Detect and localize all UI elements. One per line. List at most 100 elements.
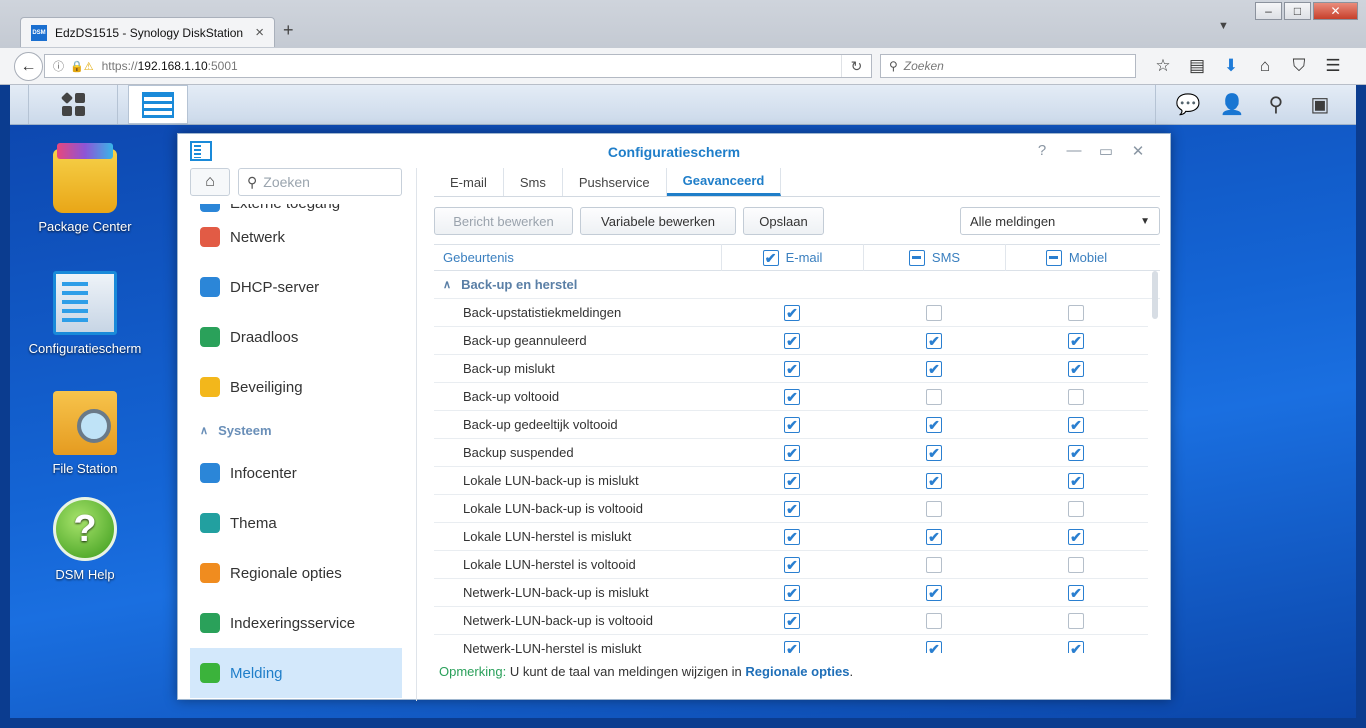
sms-checkbox[interactable] [926, 640, 942, 653]
select-all-sms-checkbox[interactable] [908, 249, 925, 266]
sidebar-item[interactable]: Infocenter [190, 448, 402, 498]
sms-checkbox[interactable] [926, 416, 942, 433]
save-button[interactable]: Opslaan [743, 207, 824, 235]
tab-email[interactable]: E-mail [434, 168, 504, 196]
control-panel-shortcut[interactable]: Configuratiescherm [10, 271, 160, 356]
info-icon[interactable]: ⓘ [53, 58, 64, 74]
sidebar-item[interactable]: Draadloos [190, 312, 402, 362]
reload-icon[interactable]: ↻ [841, 55, 871, 77]
reading-list-icon[interactable]: ▤ [1180, 54, 1214, 78]
column-header-event[interactable]: Gebeurtenis [434, 250, 721, 265]
sidebar-item[interactable]: DHCP-server [190, 262, 402, 312]
window-header[interactable]: Configuratiescherm ? — ▭ ✕ [178, 134, 1170, 168]
tab-close-icon[interactable]: × [255, 24, 264, 41]
sms-checkbox[interactable] [926, 388, 942, 405]
column-header-sms[interactable]: SMS [863, 244, 1005, 271]
new-tab-button[interactable]: + [283, 20, 294, 41]
email-checkbox[interactable] [784, 332, 800, 349]
sidebar-group-system[interactable]: ∧ Systeem [190, 412, 402, 448]
mobile-checkbox[interactable] [1068, 416, 1084, 433]
file-station-shortcut[interactable]: File Station [10, 387, 160, 476]
email-checkbox[interactable] [784, 388, 800, 405]
email-checkbox[interactable] [784, 416, 800, 433]
search-icon[interactable]: ⚲ [1254, 92, 1298, 117]
email-checkbox[interactable] [784, 612, 800, 629]
email-checkbox[interactable] [784, 360, 800, 377]
grid-group-row[interactable]: ∧ Back-up en herstel [434, 271, 1160, 299]
email-checkbox[interactable] [784, 556, 800, 573]
mobile-checkbox[interactable] [1068, 388, 1084, 405]
mobile-checkbox[interactable] [1068, 640, 1084, 653]
home-icon[interactable]: ⌂ [1248, 54, 1282, 78]
tab-list-icon[interactable]: ▼ [1218, 20, 1229, 32]
notifications-icon[interactable]: 💬 [1166, 92, 1210, 117]
mobile-checkbox[interactable] [1068, 612, 1084, 629]
mobile-checkbox[interactable] [1068, 360, 1084, 377]
email-checkbox[interactable] [784, 444, 800, 461]
edit-variables-button[interactable]: Variabele bewerken [580, 207, 736, 235]
mobile-checkbox[interactable] [1068, 556, 1084, 573]
mobile-checkbox[interactable] [1068, 472, 1084, 489]
sms-checkbox[interactable] [926, 584, 942, 601]
column-header-email[interactable]: E-mail [721, 244, 863, 271]
notification-filter-select[interactable]: Alle meldingen ▼ [960, 207, 1160, 235]
mobile-checkbox[interactable] [1068, 304, 1084, 321]
close-button[interactable]: ✕ [1122, 142, 1154, 160]
insecure-lock-icon[interactable]: 🔒⚠ [70, 60, 94, 73]
minimize-button[interactable]: ‒ [1255, 2, 1282, 20]
widgets-icon[interactable]: ▣ [1298, 92, 1342, 117]
sms-checkbox[interactable] [926, 332, 942, 349]
mobile-checkbox[interactable] [1068, 332, 1084, 349]
sms-checkbox[interactable] [926, 528, 942, 545]
sidebar-item[interactable]: Beveiliging [190, 362, 402, 412]
email-checkbox[interactable] [784, 584, 800, 601]
mobile-checkbox[interactable] [1068, 528, 1084, 545]
select-all-email-checkbox[interactable] [762, 249, 779, 266]
mobile-checkbox[interactable] [1068, 444, 1084, 461]
email-checkbox[interactable] [784, 528, 800, 545]
tab-pushservice[interactable]: Pushservice [563, 168, 667, 196]
main-menu-button[interactable] [28, 85, 118, 124]
regional-options-link[interactable]: Regionale opties [745, 664, 849, 679]
sidebar-item[interactable]: Thema [190, 498, 402, 548]
mobile-checkbox[interactable] [1068, 584, 1084, 601]
help-button[interactable]: ? [1026, 142, 1058, 160]
select-all-mobile-checkbox[interactable] [1045, 249, 1062, 266]
bookmark-star-icon[interactable]: ☆ [1146, 54, 1180, 78]
sidebar-item[interactable]: Regionale opties [190, 548, 402, 598]
taskbar-control-panel[interactable] [128, 85, 188, 124]
dsm-help-shortcut[interactable]: ? DSM Help [10, 497, 160, 582]
minimize-button[interactable]: — [1058, 142, 1090, 160]
sms-checkbox[interactable] [926, 472, 942, 489]
sidebar-item[interactable]: Indexeringsservice [190, 598, 402, 648]
tab-sms[interactable]: Sms [504, 168, 563, 196]
browser-search-input[interactable]: ⚲ Zoeken [880, 54, 1136, 78]
sms-checkbox[interactable] [926, 612, 942, 629]
grid-scrollbar[interactable] [1152, 271, 1158, 319]
sidebar-search-input[interactable]: ⚲ Zoeken [238, 168, 402, 196]
email-checkbox[interactable] [784, 640, 800, 653]
sms-checkbox[interactable] [926, 360, 942, 377]
column-header-mobile[interactable]: Mobiel [1005, 244, 1147, 271]
sidebar-item[interactable]: Netwerk [190, 212, 402, 262]
email-checkbox[interactable] [784, 304, 800, 321]
back-button[interactable]: ← [14, 52, 43, 81]
close-window-button[interactable]: ✕ [1313, 2, 1358, 20]
sms-checkbox[interactable] [926, 444, 942, 461]
mobile-checkbox[interactable] [1068, 500, 1084, 517]
email-checkbox[interactable] [784, 500, 800, 517]
edit-message-button[interactable]: Bericht bewerken [434, 207, 573, 235]
tab-geavanceerd[interactable]: Geavanceerd [666, 168, 782, 196]
menu-icon[interactable]: ☰ [1316, 54, 1350, 78]
maximize-button[interactable]: □ [1284, 2, 1311, 20]
sms-checkbox[interactable] [926, 556, 942, 573]
home-button[interactable]: ⌂ [190, 168, 230, 196]
package-center-shortcut[interactable]: Package Center [10, 143, 160, 234]
sms-checkbox[interactable] [926, 304, 942, 321]
download-icon[interactable]: ⬇ [1214, 54, 1248, 78]
browser-tab[interactable]: DSM EdzDS1515 - Synology DiskStation × [20, 17, 275, 47]
maximize-button[interactable]: ▭ [1090, 142, 1122, 160]
email-checkbox[interactable] [784, 472, 800, 489]
sms-checkbox[interactable] [926, 500, 942, 517]
sidebar-item-external-access[interactable]: Externe toegang [190, 204, 402, 212]
